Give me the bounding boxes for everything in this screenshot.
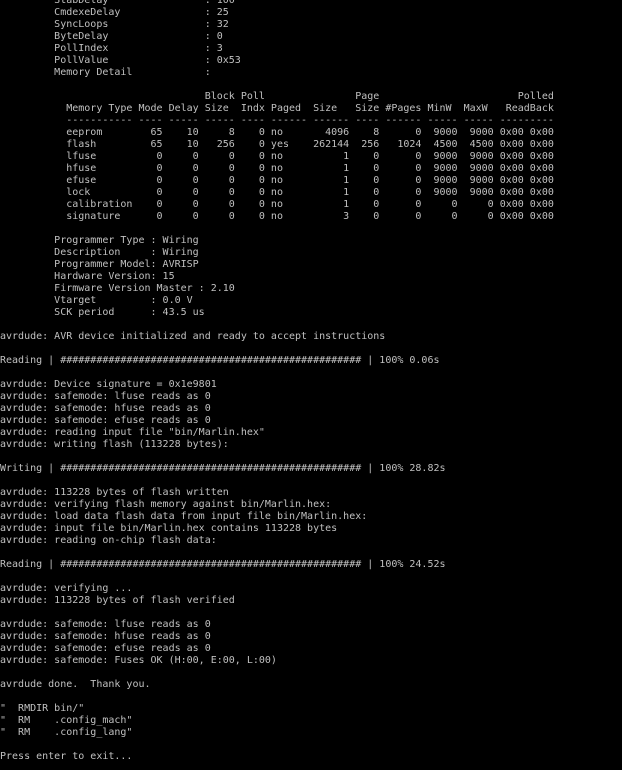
terminal-line: avrdude: safemode: Fuses OK (H:00, E:00,… <box>0 655 277 666</box>
terminal-line: PollIndex : 3 <box>0 43 223 54</box>
terminal-line: eeprom 65 10 8 0 no 4096 8 0 9000 9000 0… <box>0 127 554 138</box>
terminal-line: lock 0 0 0 0 no 1 0 0 9000 9000 0x00 0x0… <box>0 187 554 198</box>
progress-line: Reading | ##############################… <box>0 355 440 366</box>
terminal-line: signature 0 0 0 0 no 3 0 0 0 0 0x00 0x00 <box>0 211 554 222</box>
terminal-line: avrdude: writing flash (113228 bytes): <box>0 439 229 450</box>
terminal-line: " RM .config_mach" <box>0 715 133 726</box>
terminal-window[interactable]: StabDelay : 100 CmdexeDelay : 25 SyncLoo… <box>0 0 622 763</box>
terminal-line: SCK period : 43.5 us <box>0 307 205 318</box>
terminal-line: PollValue : 0x53 <box>0 55 241 66</box>
terminal-line: avrdude: safemode: efuse reads as 0 <box>0 415 211 426</box>
terminal-line: calibration 0 0 0 0 no 1 0 0 0 0 0x00 0x… <box>0 199 554 210</box>
exit-prompt: Press enter to exit... <box>0 751 133 762</box>
terminal-line: flash 65 10 256 0 yes 262144 256 1024 45… <box>0 139 554 150</box>
terminal-line: efuse 0 0 0 0 no 1 0 0 9000 9000 0x00 0x… <box>0 175 554 186</box>
terminal-line: avrdude: safemode: lfuse reads as 0 <box>0 619 211 630</box>
terminal-line: avrdude: safemode: hfuse reads as 0 <box>0 403 211 414</box>
terminal-line: SyncLoops : 32 <box>0 19 229 30</box>
terminal-line: avrdude: 113228 bytes of flash written <box>0 487 229 498</box>
terminal-line: ByteDelay : 0 <box>0 31 223 42</box>
terminal-line: Hardware Version: 15 <box>0 271 175 282</box>
terminal-line: avrdude: load data flash data from input… <box>0 511 368 522</box>
terminal-line: avrdude: Device signature = 0x1e9801 <box>0 379 217 390</box>
terminal-line: " RM .config_lang" <box>0 727 133 738</box>
terminal-line: avrdude: reading on-chip flash data: <box>0 535 217 546</box>
terminal-line: Block Poll Page Polled <box>0 91 554 102</box>
terminal-line: hfuse 0 0 0 0 no 1 0 0 9000 9000 0x00 0x… <box>0 163 554 174</box>
terminal-line: avrdude: safemode: efuse reads as 0 <box>0 643 211 654</box>
terminal-line: Vtarget : 0.0 V <box>0 295 193 306</box>
terminal-line: avrdude: reading input file "bin/Marlin.… <box>0 427 265 438</box>
table-divider: ----------- ---- ----- ----- ---- ------… <box>0 115 554 126</box>
terminal-line: StabDelay : 100 <box>0 0 235 6</box>
terminal-line: Programmer Model: AVRISP <box>0 259 199 270</box>
terminal-line: Firmware Version Master : 2.10 <box>0 283 235 294</box>
terminal-line: avrdude done. Thank you. <box>0 679 151 690</box>
terminal-line: " RMDIR bin/" <box>0 703 85 714</box>
progress-line: Reading | ##############################… <box>0 559 446 570</box>
terminal-line: Description : Wiring <box>0 247 199 258</box>
terminal-line: avrdude: verifying flash memory against … <box>0 499 332 510</box>
terminal-line: CmdexeDelay : 25 <box>0 7 229 18</box>
terminal-line: avrdude: safemode: lfuse reads as 0 <box>0 391 211 402</box>
terminal-line: Memory Type Mode Delay Size Indx Paged S… <box>0 103 554 114</box>
terminal-line: avrdude: 113228 bytes of flash verified <box>0 595 235 606</box>
progress-line: Writing | ##############################… <box>0 463 446 474</box>
terminal-line: Memory Detail : <box>0 67 211 78</box>
terminal-line: avrdude: input file bin/Marlin.hex conta… <box>0 523 338 534</box>
terminal-line: avrdude: verifying ... <box>0 583 133 594</box>
terminal-line: Programmer Type : Wiring <box>0 235 199 246</box>
terminal-line: avrdude: safemode: hfuse reads as 0 <box>0 631 211 642</box>
terminal-line: avrdude: AVR device initialized and read… <box>0 331 386 342</box>
terminal-line: lfuse 0 0 0 0 no 1 0 0 9000 9000 0x00 0x… <box>0 151 554 162</box>
